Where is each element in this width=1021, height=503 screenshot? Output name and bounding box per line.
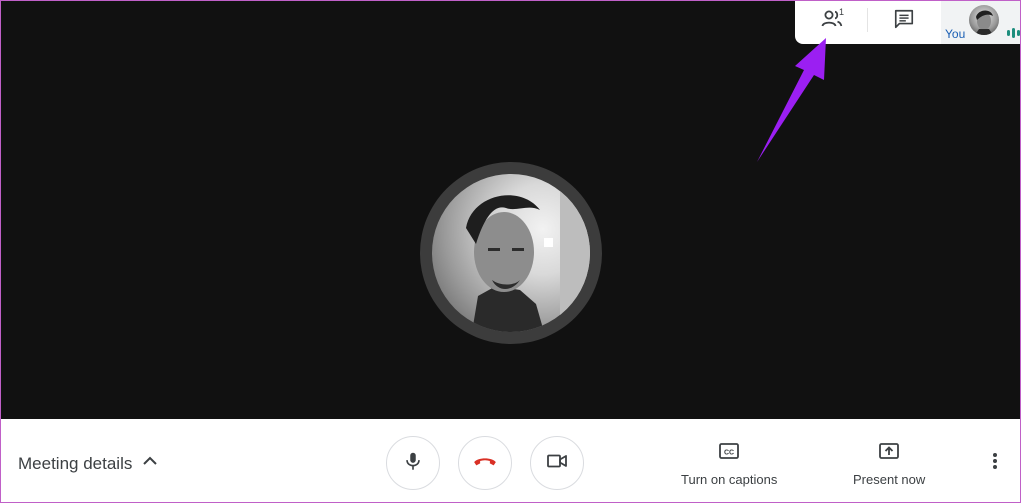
participant-avatar xyxy=(420,162,602,344)
self-avatar xyxy=(969,5,999,35)
self-view-tile[interactable]: You xyxy=(941,0,1020,44)
self-label: You xyxy=(945,27,966,41)
present-screen-icon xyxy=(878,441,900,464)
top-right-toolbar: 1 You xyxy=(795,0,1020,44)
more-options-button[interactable] xyxy=(983,451,1007,475)
captions-button[interactable]: CC Turn on captions xyxy=(681,441,777,487)
speaking-indicator xyxy=(1007,27,1021,39)
svg-text:CC: CC xyxy=(724,450,734,457)
hang-up-icon xyxy=(472,448,498,479)
bottom-toolbar: Meeting details CC Turn on captions Pres… xyxy=(1,419,1020,502)
end-call-button[interactable] xyxy=(458,436,512,490)
meeting-details-toggle[interactable]: Meeting details xyxy=(18,453,158,474)
microphone-button[interactable] xyxy=(386,436,440,490)
meeting-details-label: Meeting details xyxy=(18,453,133,473)
camera-button[interactable] xyxy=(530,436,584,490)
present-now-button[interactable]: Present now xyxy=(853,441,925,487)
toolbar-divider xyxy=(867,8,868,32)
more-vert-icon xyxy=(992,451,998,476)
closed-captions-icon: CC xyxy=(718,441,740,464)
chevron-up-icon xyxy=(142,453,158,474)
chat-button[interactable] xyxy=(879,4,929,38)
participant-photo xyxy=(432,174,590,332)
camera-icon xyxy=(545,449,569,478)
video-stage xyxy=(1,1,1020,419)
people-button[interactable] xyxy=(807,4,857,38)
captions-label: Turn on captions xyxy=(681,472,778,487)
microphone-icon xyxy=(402,450,424,477)
people-count-badge: 1 xyxy=(839,7,845,17)
chat-icon xyxy=(893,8,915,35)
present-now-label: Present now xyxy=(853,472,926,487)
